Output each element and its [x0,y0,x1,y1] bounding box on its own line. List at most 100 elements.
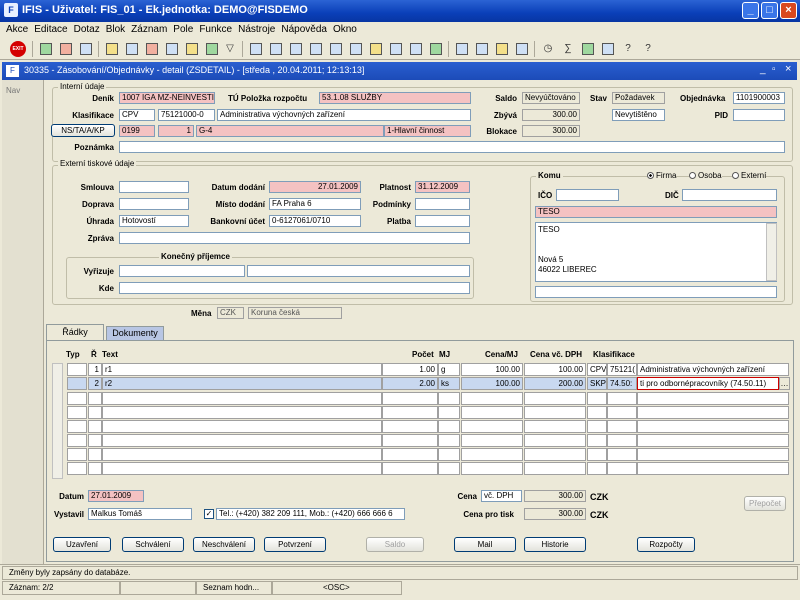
cell-empty[interactable] [438,448,460,461]
cell-empty[interactable] [637,434,789,447]
cell-empty[interactable] [88,462,102,475]
zprava-field[interactable] [119,232,470,244]
vyrizuje-field[interactable] [119,265,245,277]
cell-empty[interactable] [637,392,789,405]
zoom-icon[interactable] [388,41,404,57]
saldo-button[interactable]: Saldo [366,537,424,552]
datum-dodani-field[interactable]: 27.01.2009 [269,181,361,193]
neschvaleni-button[interactable]: Neschválení [193,537,255,552]
cell-empty[interactable] [438,434,460,447]
cell-empty[interactable] [524,406,586,419]
poznamka-field[interactable] [119,141,785,153]
minimize-icon[interactable]: _ [742,2,759,19]
radio-osoba[interactable]: Osoba [689,171,722,180]
cell-r[interactable]: 2 [88,377,102,390]
filter-icon[interactable]: ▽ [222,41,238,57]
historie-button[interactable]: Historie [524,537,586,552]
cell-empty[interactable] [637,406,789,419]
misto-dodani-field[interactable]: FA Praha 6 [269,198,361,210]
form-minimize-icon[interactable]: _ [760,64,766,75]
potvrzeni-button[interactable]: Potvrzení [264,537,326,552]
menu-okno[interactable]: Okno [330,22,360,37]
ns-field[interactable]: 0199 [119,125,155,137]
cell-empty[interactable] [67,406,87,419]
cell-empty[interactable] [67,448,87,461]
uzavreni-button[interactable]: Uzavření [53,537,111,552]
edit-icon[interactable] [368,41,384,57]
cell-empty[interactable] [102,448,382,461]
platnost-field[interactable]: 31.12.2009 [415,181,470,193]
ns-ta-a-kp-button[interactable]: NS/TA/A/KP [51,124,115,137]
cell-cena-mj[interactable]: 100.00 [461,363,523,376]
cell-text[interactable]: r1 [102,363,382,376]
cell-empty[interactable] [461,462,523,475]
context-help-icon[interactable]: ? [620,41,636,57]
a-field[interactable]: G-4 [196,125,384,137]
komu-name-field[interactable]: TESO [535,206,777,218]
cell-cena-mj[interactable]: 100.00 [461,377,523,390]
cell-empty[interactable] [438,462,460,475]
cell-empty[interactable] [438,406,460,419]
cell-pocet[interactable]: 1.00 [382,363,438,376]
radio-firma[interactable]: Firma [647,171,677,180]
menu-nastroje[interactable]: Nástroje [235,22,278,37]
kp-field[interactable]: 1-Hlavní činnost [384,125,471,137]
cell-empty[interactable] [607,448,637,461]
menu-napoveda[interactable]: Nápověda [278,22,330,37]
menu-dotaz[interactable]: Dotaz [71,22,103,37]
komu-address-field[interactable]: TESO Nová 5 46022 LIBEREC [535,222,777,282]
objednavka-field[interactable]: 1101900003 [733,92,785,104]
denik-field[interactable]: 1007 IGA MZ-NEINVESTI [119,92,215,104]
insert-record-icon[interactable] [38,41,54,57]
cell-empty[interactable] [102,462,382,475]
cell-empty[interactable] [637,448,789,461]
cell-empty[interactable] [102,420,382,433]
help-icon[interactable]: ? [640,41,656,57]
menu-blok[interactable]: Blok [103,22,128,37]
grid-scrollbar[interactable] [52,363,63,479]
prev-record-icon[interactable] [288,41,304,57]
tel-checkbox[interactable]: ✓ [204,509,214,519]
klasifikace-code-field[interactable]: 75121000-0 [158,109,215,121]
cell-empty[interactable] [587,448,607,461]
kde-field[interactable] [119,282,470,294]
cell-pocet[interactable]: 2.00 [382,377,438,390]
cell-klas-name[interactable]: ti pro odbornépracovníky (74.50.11) [637,377,779,390]
cell-empty[interactable] [382,406,438,419]
execute-query-icon[interactable] [124,41,140,57]
cell-empty[interactable] [67,420,87,433]
clock-icon[interactable]: ◷ [540,41,556,57]
cell-typ[interactable] [67,377,87,390]
footer-datum-field[interactable]: 27.01.2009 [88,490,144,502]
komu-extra-field[interactable] [535,286,777,298]
next-block-icon[interactable] [328,41,344,57]
menu-akce[interactable]: Akce [0,22,31,37]
tu-field[interactable]: 53.1.08 SLUŽBY [319,92,471,104]
doprava-field[interactable] [119,198,189,210]
cell-empty[interactable] [524,462,586,475]
menu-funkce[interactable]: Funkce [196,22,235,37]
cell-mj[interactable]: ks [438,377,460,390]
sort-icon[interactable] [164,41,180,57]
klasifikace-type-field[interactable]: CPV [119,109,155,121]
cell-empty[interactable] [637,420,789,433]
cell-empty[interactable] [461,420,523,433]
form-close-icon[interactable]: × [785,63,791,75]
podminky-field[interactable] [415,198,470,210]
menu-editace[interactable]: Editace [31,22,70,37]
cell-klas-type[interactable]: SKP [587,377,607,390]
prepocet-button[interactable]: Přepočet [744,496,786,511]
cell-empty[interactable] [461,448,523,461]
cell-empty[interactable] [587,392,607,405]
cell-text[interactable]: r2 [102,377,382,390]
cell-empty[interactable] [382,462,438,475]
cell-mj[interactable]: g [438,363,460,376]
tab-radky[interactable]: Řádky [46,324,104,340]
cell-empty[interactable] [382,448,438,461]
excel-icon[interactable] [580,41,596,57]
cell-empty[interactable] [607,406,637,419]
cell-empty[interactable] [382,420,438,433]
tab-dokumenty[interactable]: Dokumenty [106,326,164,340]
cell-empty[interactable] [524,448,586,461]
query-icon[interactable] [104,41,120,57]
